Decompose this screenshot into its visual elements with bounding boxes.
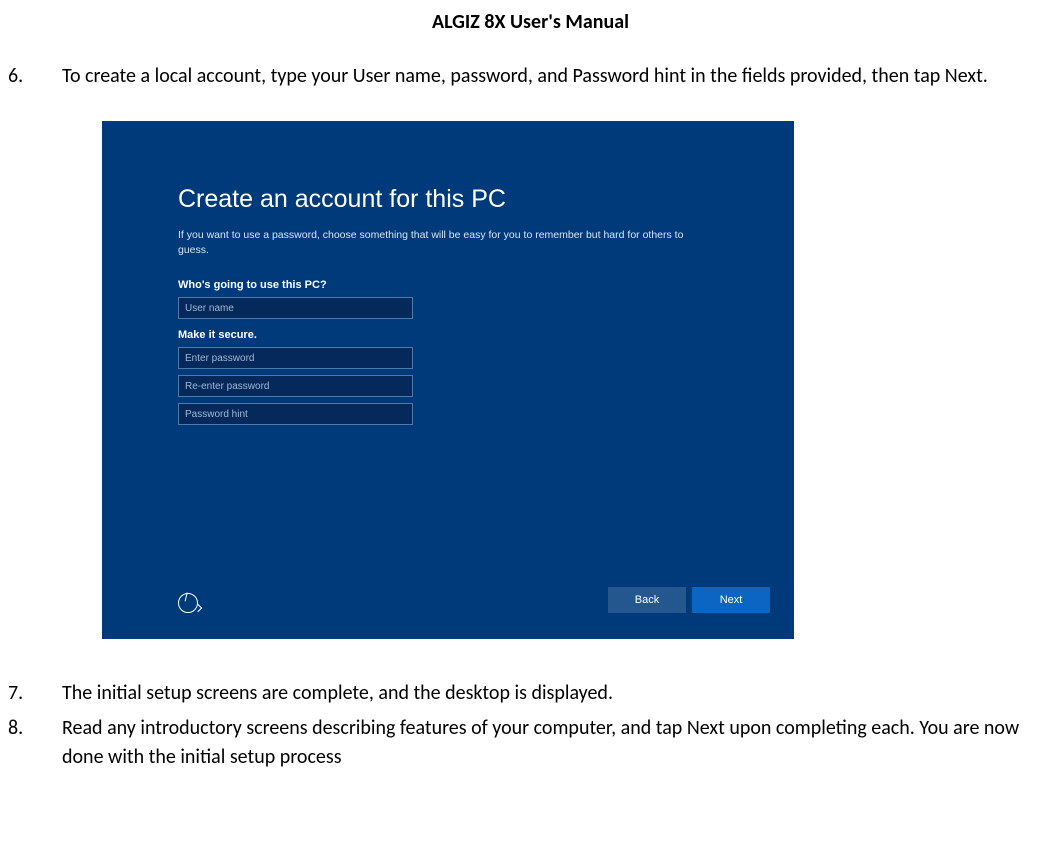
windows-setup-screen: Create an account for this PC If you wan… (102, 121, 794, 639)
password-hint-placeholder: Password hint (185, 409, 248, 420)
reenter-password-placeholder: Re-enter password (185, 381, 269, 392)
next-button[interactable]: Next (692, 587, 770, 613)
step-text: The initial setup screens are complete, … (62, 679, 1061, 708)
step-6: 6. To create a local account, type your … (0, 62, 1061, 91)
document-title: ALGIZ 8X User's Manual (0, 10, 1061, 34)
username-input[interactable]: User name (178, 297, 413, 319)
setup-content: Create an account for this PC If you wan… (178, 185, 738, 431)
step-8: 8. Read any introductory screens describ… (0, 714, 1061, 772)
username-placeholder: User name (185, 303, 234, 314)
back-button[interactable]: Back (608, 587, 686, 613)
step-text: To create a local account, type your Use… (62, 62, 1061, 91)
screenshot-figure: Create an account for this PC If you wan… (102, 121, 1061, 639)
step-number: 7. (0, 679, 62, 708)
secure-label: Make it secure. (178, 329, 738, 341)
document-page: ALGIZ 8X User's Manual 6. To create a lo… (0, 0, 1061, 772)
accessibility-icon[interactable] (178, 593, 198, 613)
button-row: Back Next (602, 587, 770, 613)
username-label: Who's going to use this PC? (178, 279, 738, 291)
setup-footer: Back Next (102, 587, 794, 613)
password-placeholder: Enter password (185, 353, 254, 364)
step-number: 8. (0, 714, 62, 772)
step-number: 6. (0, 62, 62, 91)
step-7: 7. The initial setup screens are complet… (0, 679, 1061, 708)
password-hint-input[interactable]: Password hint (178, 403, 413, 425)
step-text: Read any introductory screens describing… (62, 714, 1061, 772)
password-input[interactable]: Enter password (178, 347, 413, 369)
setup-heading: Create an account for this PC (178, 185, 738, 214)
reenter-password-input[interactable]: Re-enter password (178, 375, 413, 397)
setup-subtext: If you want to use a password, choose so… (178, 228, 698, 257)
